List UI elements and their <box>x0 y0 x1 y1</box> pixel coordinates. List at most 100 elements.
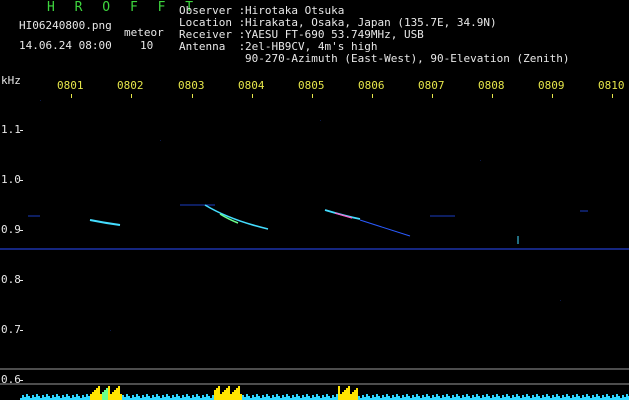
activity-bar <box>412 395 414 400</box>
activity-bar <box>378 396 380 400</box>
activity-bar <box>576 394 578 400</box>
time-tick-mark <box>612 94 613 98</box>
activity-bar <box>156 394 158 400</box>
activity-bar <box>56 394 58 400</box>
time-tick-label: 0810 <box>598 79 625 92</box>
time-tick-mark <box>372 94 373 98</box>
activity-bar <box>448 396 450 400</box>
activity-bar <box>162 395 164 400</box>
activity-bar <box>86 394 88 400</box>
activity-bar <box>428 396 430 400</box>
activity-bar <box>178 396 180 400</box>
activity-bar <box>238 386 240 400</box>
activity-bar <box>388 396 390 400</box>
activity-bar <box>228 386 230 400</box>
activity-bar <box>486 394 488 400</box>
activity-bar <box>348 386 350 400</box>
activity-bar <box>340 394 342 400</box>
activity-bar <box>268 396 270 400</box>
activity-bar <box>586 394 588 400</box>
activity-bar <box>344 390 346 400</box>
activity-bar <box>476 394 478 400</box>
activity-bar <box>94 390 96 400</box>
activity-bar <box>88 396 90 400</box>
activity-bar <box>252 395 254 400</box>
activity-bar <box>488 396 490 400</box>
activity-bar <box>32 395 34 400</box>
activity-bar <box>622 395 624 400</box>
activity-bar <box>438 396 440 400</box>
activity-bar <box>236 388 238 400</box>
activity-bar <box>226 388 228 400</box>
time-tick-mark <box>192 94 193 98</box>
activity-bar <box>442 395 444 400</box>
activity-bar <box>52 395 54 400</box>
antenna-detail: 90-270-Azimuth (East-West), 90-Elevation… <box>245 52 570 65</box>
activity-bar <box>146 394 148 400</box>
activity-bar <box>214 390 216 400</box>
activity-bar <box>78 396 80 400</box>
activity-bar <box>116 388 118 400</box>
activity-bar <box>578 396 580 400</box>
activity-bar <box>232 392 234 400</box>
time-tick-mark <box>71 94 72 98</box>
time-tick-label: 0809 <box>538 79 565 92</box>
activity-bar <box>322 395 324 400</box>
frequency-tick-label: 0.8 <box>1 273 21 286</box>
frequency-tick-mark <box>20 330 23 331</box>
activity-bar <box>120 394 122 400</box>
activity-bar <box>46 394 48 400</box>
activity-bar <box>602 395 604 400</box>
datetime: 14.06.24 08:00 <box>19 39 112 52</box>
activity-bar <box>462 395 464 400</box>
frequency-tick-mark <box>20 180 23 181</box>
antenna-key: Antenna : <box>179 40 246 53</box>
frequency-unit-label: kHz <box>1 74 21 87</box>
frequency-tick-mark <box>20 130 23 131</box>
activity-bar <box>518 396 520 400</box>
activity-bar <box>556 394 558 400</box>
frequency-tick-mark <box>20 380 23 381</box>
activity-bar <box>296 394 298 400</box>
activity-bar <box>328 396 330 400</box>
activity-bar <box>102 392 104 400</box>
activity-bar <box>28 396 30 400</box>
activity-bar <box>68 396 70 400</box>
activity-bar <box>256 394 258 400</box>
time-tick-label: 0807 <box>418 79 445 92</box>
activity-bar <box>182 395 184 400</box>
activity-bar <box>506 394 508 400</box>
activity-bar <box>126 394 128 400</box>
activity-bar <box>246 394 248 400</box>
activity-bar <box>482 395 484 400</box>
activity-bar <box>58 396 60 400</box>
activity-bar <box>606 394 608 400</box>
activity-bar <box>376 394 378 400</box>
frequency-tick-label: 0.7 <box>1 323 21 336</box>
activity-bar <box>552 395 554 400</box>
activity-bar <box>466 394 468 400</box>
activity-bar <box>48 396 50 400</box>
meteor-label: meteor <box>124 26 164 39</box>
activity-bar <box>498 396 500 400</box>
activity-bar <box>98 386 100 400</box>
activity-bar <box>452 395 454 400</box>
activity-bar <box>416 394 418 400</box>
activity-bar <box>208 396 210 400</box>
frequency-tick-mark <box>20 280 23 281</box>
activity-bar <box>496 394 498 400</box>
activity-bar <box>572 395 574 400</box>
app-title: H R O F F T <box>47 0 200 15</box>
meteor-echo-2 <box>204 204 269 230</box>
meteor-echo-3-head <box>334 212 353 219</box>
activity-bar <box>354 390 356 400</box>
activity-bar <box>596 394 598 400</box>
activity-bar <box>562 395 564 400</box>
activity-bar <box>234 390 236 400</box>
activity-bar <box>172 395 174 400</box>
activity-bar <box>532 395 534 400</box>
activity-bar <box>142 395 144 400</box>
activity-bar <box>598 396 600 400</box>
activity-bar <box>406 394 408 400</box>
activity-bar <box>298 396 300 400</box>
